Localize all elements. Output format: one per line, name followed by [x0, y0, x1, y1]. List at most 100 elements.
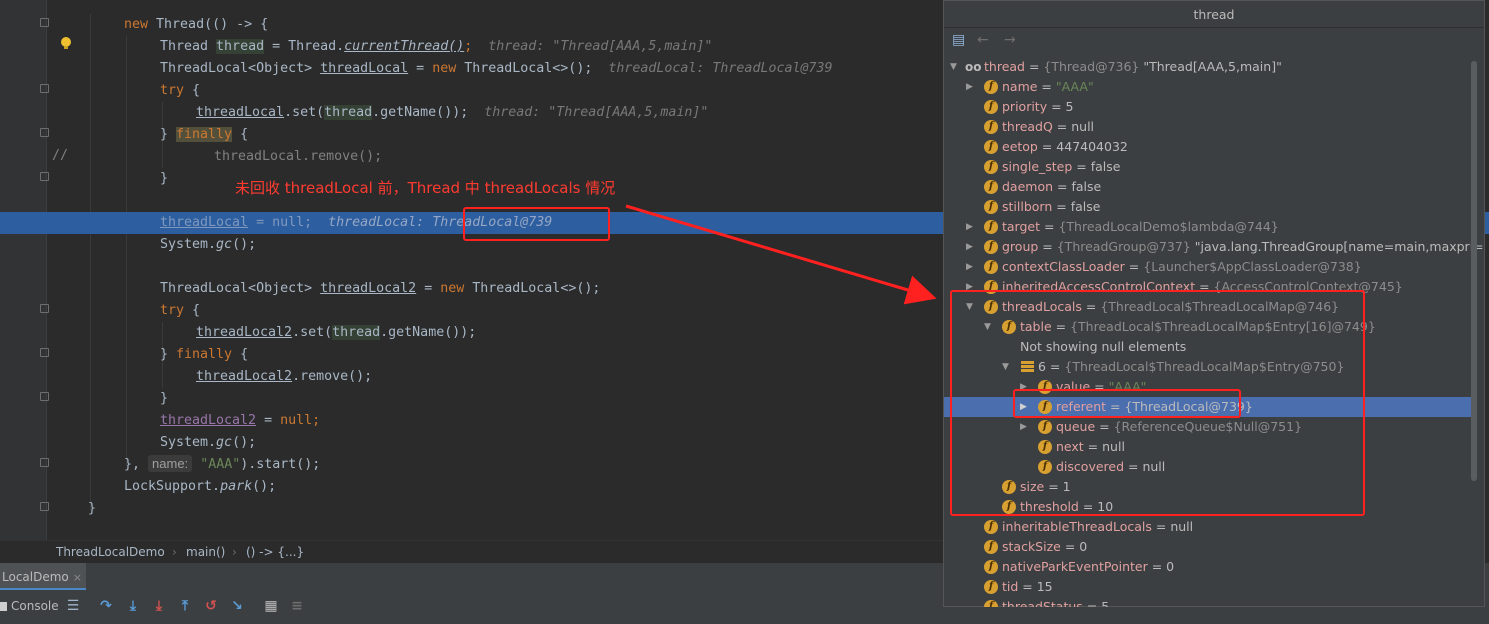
variable-name: thread: [984, 59, 1025, 74]
tree-node[interactable]: f priority = 5: [944, 97, 1474, 117]
tree-node[interactable]: ▶ f name = "AAA": [944, 77, 1474, 97]
variable-name: single_step: [1002, 159, 1073, 174]
code-text: ;: [312, 413, 321, 428]
step-out-icon[interactable]: ⤒: [176, 597, 194, 615]
code-text: ();: [232, 237, 257, 252]
trace-icon[interactable]: ≡: [288, 597, 306, 615]
code-text: {: [184, 303, 201, 318]
tree-node[interactable]: ▶ f contextClassLoader = {Launcher$AppCl…: [944, 257, 1474, 277]
popup-scrollbar[interactable]: [1471, 61, 1477, 481]
variable-name: eetop: [1002, 139, 1038, 154]
code-text: ThreadLocal<>();: [464, 281, 601, 296]
variable-name: stackSize: [1002, 539, 1061, 554]
run-tab[interactable]: LocalDemo ×: [0, 563, 86, 591]
code-text: LockSupport.: [124, 479, 221, 494]
console-tab[interactable]: Console: [0, 598, 59, 614]
code-text: =: [256, 413, 281, 428]
method-call: park: [220, 479, 253, 494]
code-text: }: [160, 347, 177, 362]
variable-value: 15: [1036, 579, 1053, 594]
code-text: {: [184, 83, 201, 98]
code-text: }: [160, 391, 169, 406]
variable: thread: [332, 325, 381, 340]
keyword: finally: [176, 347, 233, 362]
collapse-arrow-icon[interactable]: ▼: [950, 57, 957, 77]
step-over-icon[interactable]: ↷: [97, 597, 115, 615]
field-icon: f: [984, 260, 998, 274]
field-icon: f: [984, 540, 998, 554]
code-text: System.: [160, 237, 217, 252]
commented-code: threadLocal.remove();: [214, 149, 383, 164]
step-into-icon[interactable]: ⤓: [124, 597, 142, 615]
variable-name: contextClassLoader: [1002, 259, 1125, 274]
keyword: try: [160, 83, 185, 98]
inline-debug-label: threadLocal:: [328, 215, 425, 230]
tree-node[interactable]: ▶ f group = {ThreadGroup@737} "java.lang…: [944, 237, 1484, 257]
inline-debug-value: thread: "Thread[AAA,5,main]": [488, 39, 713, 54]
code-text: =: [408, 61, 433, 76]
parameter-hint: name:: [148, 455, 193, 472]
code-text: System.: [160, 435, 217, 450]
tree-node[interactable]: f threadStatus = 5: [944, 597, 1474, 607]
expand-arrow-icon[interactable]: ▶: [966, 237, 973, 257]
variable-value: false: [1090, 159, 1121, 174]
tree-node[interactable]: f eetop = 447404032: [944, 137, 1474, 157]
expand-arrow-icon[interactable]: ▶: [966, 217, 973, 237]
tree-node[interactable]: f inheritableThreadLocals = null: [944, 517, 1474, 537]
tree-node[interactable]: f nativeParkEventPointer = 0: [944, 557, 1474, 577]
code-text: },: [124, 457, 149, 472]
tree-node[interactable]: f daemon = false: [944, 177, 1474, 197]
code-text: {: [232, 347, 249, 362]
variable: threadLocal2: [196, 325, 293, 340]
field-icon: f: [984, 600, 998, 607]
field-icon: f: [984, 220, 998, 234]
inline-debug-value: thread: "Thread[AAA,5,main]": [484, 105, 709, 120]
back-icon[interactable]: ←: [977, 32, 989, 48]
code-text: Thread: [160, 39, 217, 54]
expand-arrow-icon[interactable]: ▶: [966, 77, 973, 97]
tree-node[interactable]: f stackSize = 0: [944, 537, 1474, 557]
variable-name: target: [1002, 219, 1041, 234]
breadcrumb-item-class[interactable]: ThreadLocalDemo: [56, 541, 165, 563]
variable-name: threadStatus: [1002, 599, 1083, 607]
drop-frame-icon[interactable]: ↺: [202, 597, 220, 615]
variable-extra: "Thread[AAA,5,main]": [1143, 59, 1282, 74]
variable-value: false: [1071, 179, 1102, 194]
run-to-cursor-icon[interactable]: ↘: [228, 597, 246, 615]
close-icon[interactable]: ×: [73, 571, 82, 584]
evaluate-expression-icon[interactable]: ▦: [262, 597, 280, 615]
variable: thread: [324, 105, 373, 120]
code-text: .remove();: [292, 369, 373, 384]
forward-icon[interactable]: →: [1004, 32, 1016, 48]
tree-node[interactable]: f threadQ = null: [944, 117, 1474, 137]
keyword: new: [440, 281, 465, 296]
variable-value: 5: [1101, 599, 1110, 607]
watch-icon[interactable]: ▤: [952, 32, 965, 48]
tree-node[interactable]: f single_step = false: [944, 157, 1474, 177]
inline-debug-value: threadLocal: ThreadLocal@739: [608, 61, 833, 76]
breadcrumb-item-method[interactable]: main(): [186, 541, 225, 563]
variable-name: nativeParkEventPointer: [1002, 559, 1148, 574]
tree-node-thread[interactable]: ▼ oo thread = {Thread@736} "Thread[AAA,5…: [944, 57, 1474, 77]
force-step-into-icon[interactable]: ⤓: [150, 597, 168, 615]
variable-value: {Thread@736}: [1043, 59, 1140, 74]
expand-arrow-icon[interactable]: ▶: [966, 257, 973, 277]
code-text: .set(: [292, 325, 333, 340]
tree-node[interactable]: f stillborn = false: [944, 197, 1474, 217]
code-text: ThreadLocal<Object>: [160, 61, 321, 76]
breadcrumb-separator: ›: [172, 545, 177, 559]
field-icon: f: [984, 200, 998, 214]
keyword: new: [432, 61, 457, 76]
field-icon: f: [984, 580, 998, 594]
breadcrumb: ThreadLocalDemo › main() › () -> {...}: [0, 540, 943, 562]
variable-extra: "java.lang.ThreadGroup[name=main,maxpri=…: [1194, 239, 1484, 254]
tree-node[interactable]: ▶ f target = {ThreadLocalDemo$lambda@744…: [944, 217, 1474, 237]
field-icon: f: [984, 160, 998, 174]
breadcrumb-item-lambda[interactable]: () -> {...}: [246, 541, 304, 563]
field-icon: f: [984, 140, 998, 154]
frames-menu-icon[interactable]: ☰: [64, 597, 82, 615]
field-icon: f: [984, 240, 998, 254]
field-icon: f: [984, 100, 998, 114]
tree-node[interactable]: f tid = 15: [944, 577, 1474, 597]
code-text: ;: [464, 39, 473, 54]
